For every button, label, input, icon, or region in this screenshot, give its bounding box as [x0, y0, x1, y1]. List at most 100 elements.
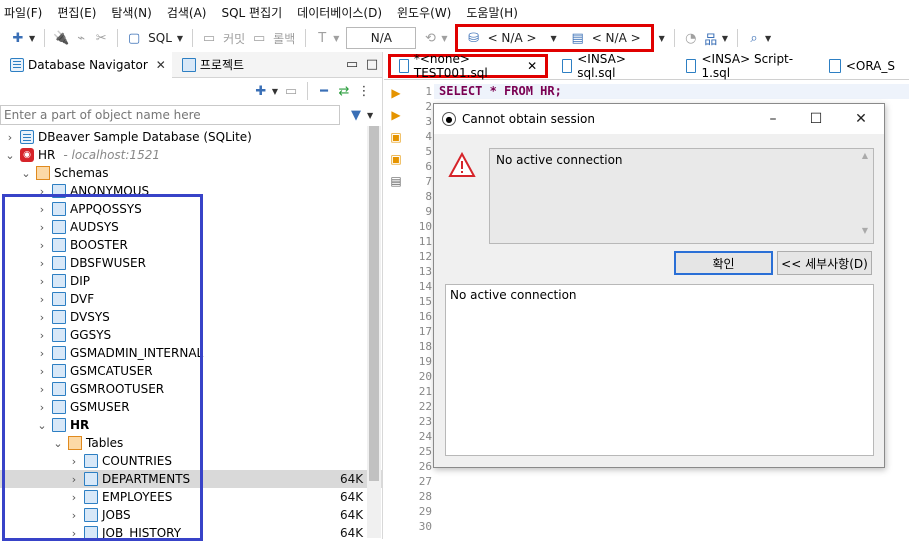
chevron-down-icon[interactable]: ▼: [29, 34, 35, 43]
new-folder-icon[interactable]: ▭: [281, 81, 301, 101]
node-label: Schemas: [54, 166, 109, 180]
line-number: 16: [418, 310, 432, 323]
tree-node-sample-db[interactable]: › DBeaver Sample Database (SQLite): [0, 128, 382, 146]
active-datasource-selector: ⛁ < N/A > ▼ ▤ < N/A >: [454, 24, 654, 52]
datasource-combo[interactable]: < N/A >: [488, 31, 537, 45]
maximize-icon[interactable]: □: [362, 55, 382, 75]
chevron-down-icon[interactable]: ▼: [272, 87, 278, 96]
menu-help[interactable]: 도움말(H): [466, 4, 518, 21]
code-line-1[interactable]: SELECT * FROM HR;: [439, 84, 562, 99]
tab-sql-sql[interactable]: <INSA> sql.sql: [554, 52, 658, 80]
line-number: 20: [418, 370, 432, 383]
erd-icon[interactable]: 品: [701, 28, 721, 48]
chevron-up-icon[interactable]: ▲: [859, 151, 871, 160]
chevron-down-icon[interactable]: ▼: [333, 34, 339, 43]
dashboard-icon[interactable]: ◔: [681, 28, 701, 48]
navigator-toolbar: ✚ ▼ ▭ ━ ⇄ ⋮: [0, 78, 382, 104]
folder-icon: [36, 166, 50, 180]
view-menu-icon[interactable]: ⋮: [354, 81, 374, 101]
close-icon[interactable]: ✕: [156, 58, 166, 72]
chevron-down-icon[interactable]: ⌄: [4, 149, 16, 162]
line-number: 19: [418, 355, 432, 368]
execute-statement-icon[interactable]: ▶: [384, 82, 408, 104]
tree-node-hr-connection[interactable]: ⌄ ◉ HR - localhost:1521: [0, 146, 382, 164]
chevron-right-icon[interactable]: ›: [4, 131, 16, 144]
collapse-all-icon[interactable]: ━: [314, 81, 334, 101]
chevron-down-icon[interactable]: ▼: [551, 34, 557, 43]
project-icon: [181, 57, 196, 72]
maximize-icon[interactable]: ☐: [793, 104, 839, 134]
menu-navigate[interactable]: 탐색(N): [111, 4, 151, 21]
new-connection-icon[interactable]: ✚: [8, 28, 28, 48]
tab-test001[interactable]: *<none> TEST001.sql ✕: [388, 52, 549, 80]
sql-editor-icon[interactable]: ▢: [124, 28, 144, 48]
chevron-down-icon[interactable]: ▼: [722, 34, 728, 43]
details-button[interactable]: << 세부사항(D): [777, 251, 872, 275]
chevron-down-icon[interactable]: ▼: [765, 34, 771, 43]
tab-ora[interactable]: <ORA_S: [821, 54, 903, 78]
commit-button[interactable]: 커밋: [223, 30, 245, 47]
menu-sql-editor[interactable]: SQL 편집기: [221, 4, 282, 21]
navigator-scrollbar[interactable]: [367, 126, 381, 538]
close-icon[interactable]: ✕: [527, 59, 537, 73]
execute-script-icon[interactable]: ▣: [384, 126, 408, 148]
editor-side-toolbar: ▶ ▶ ▣ ▣ ▤: [384, 82, 408, 192]
sql-button[interactable]: SQL: [148, 31, 172, 45]
object-filter-input[interactable]: [0, 105, 340, 125]
editor-tabs: *<none> TEST001.sql ✕ <INSA> sql.sql <IN…: [384, 52, 909, 80]
menu-window[interactable]: 윈도우(W): [397, 4, 451, 21]
history-icon[interactable]: ⟲: [420, 28, 440, 48]
database-icon: ⛁: [468, 30, 480, 46]
line-number: 14: [418, 280, 432, 293]
tree-node-schemas[interactable]: ⌄ Schemas: [0, 164, 382, 182]
rollback-button[interactable]: 롤백: [273, 30, 295, 47]
tab-database-navigator[interactable]: Database Navigator ✕: [0, 51, 172, 78]
schema-combo[interactable]: < N/A >: [592, 31, 641, 45]
menu-search[interactable]: 검색(A): [167, 4, 207, 21]
database-navigator-panel: Database Navigator ✕ 프로젝트 ▭ □ ✚ ▼ ▭ ━ ⇄ ⋮…: [0, 51, 383, 541]
chevron-down-icon[interactable]: ▼: [659, 34, 665, 43]
table-size: 64K: [340, 472, 364, 486]
disconnect-icon[interactable]: ⌁: [71, 28, 91, 48]
search-icon[interactable]: ⌕: [744, 28, 764, 48]
minimize-icon[interactable]: –: [750, 104, 796, 134]
transaction-log-field[interactable]: N/A: [346, 27, 417, 49]
node-label: DBeaver Sample Database (SQLite): [38, 130, 252, 144]
tab-label: Database Navigator: [28, 57, 148, 72]
close-icon[interactable]: ✕: [838, 104, 884, 134]
minimize-icon[interactable]: ▭: [342, 55, 362, 75]
ok-button[interactable]: 확인: [674, 251, 773, 275]
new-connection-icon[interactable]: ✚: [251, 81, 271, 101]
filter-icon[interactable]: ▼: [346, 105, 366, 125]
chevron-down-icon[interactable]: ▼: [441, 34, 447, 43]
tab-project[interactable]: 프로젝트: [172, 52, 250, 78]
line-number: 30: [418, 520, 432, 533]
line-number: 26: [418, 460, 432, 473]
sql-file-icon: [686, 58, 697, 73]
chevron-down-icon[interactable]: ▼: [177, 34, 183, 43]
explain-plan-icon[interactable]: ▤: [384, 170, 408, 192]
chevron-down-icon[interactable]: ⌄: [20, 167, 32, 180]
line-number: 1: [425, 85, 432, 98]
invalidate-icon[interactable]: ✂: [91, 28, 111, 48]
link-editor-icon[interactable]: ⇄: [334, 81, 354, 101]
chevron-down-icon[interactable]: ▼: [367, 111, 373, 120]
line-number: 18: [418, 340, 432, 353]
error-message-box[interactable]: No active connection ▲ ▼: [489, 148, 874, 244]
menu-database[interactable]: 데이터베이스(D): [297, 4, 382, 21]
execute-in-new-tab-icon[interactable]: ▶: [384, 104, 408, 126]
menu-file[interactable]: 파일(F): [4, 4, 42, 21]
connect-icon[interactable]: 🔌: [51, 28, 71, 48]
sqlite-icon: [20, 130, 34, 144]
transaction-mode-icon[interactable]: T: [312, 28, 332, 48]
main-toolbar: ✚ ▼ 🔌 ⌁ ✂ ▢ SQL ▼ ▭ 커밋 ▭ 롤백 T ▼ N/A ⟲ ▼ ⛁ < …: [0, 24, 909, 52]
dialog-title: Cannot obtain session: [462, 112, 595, 126]
message-scrollbar[interactable]: ▲ ▼: [859, 151, 871, 241]
tab-script-1[interactable]: <INSA> Script-1.sql: [678, 52, 806, 80]
details-text-area[interactable]: No active connection: [445, 284, 874, 456]
chevron-down-icon[interactable]: ▼: [859, 226, 871, 235]
scrollbar-thumb[interactable]: [369, 126, 379, 481]
execute-script-new-tab-icon[interactable]: ▣: [384, 148, 408, 170]
line-number: 8: [425, 190, 432, 203]
menu-edit[interactable]: 편집(E): [57, 4, 96, 21]
